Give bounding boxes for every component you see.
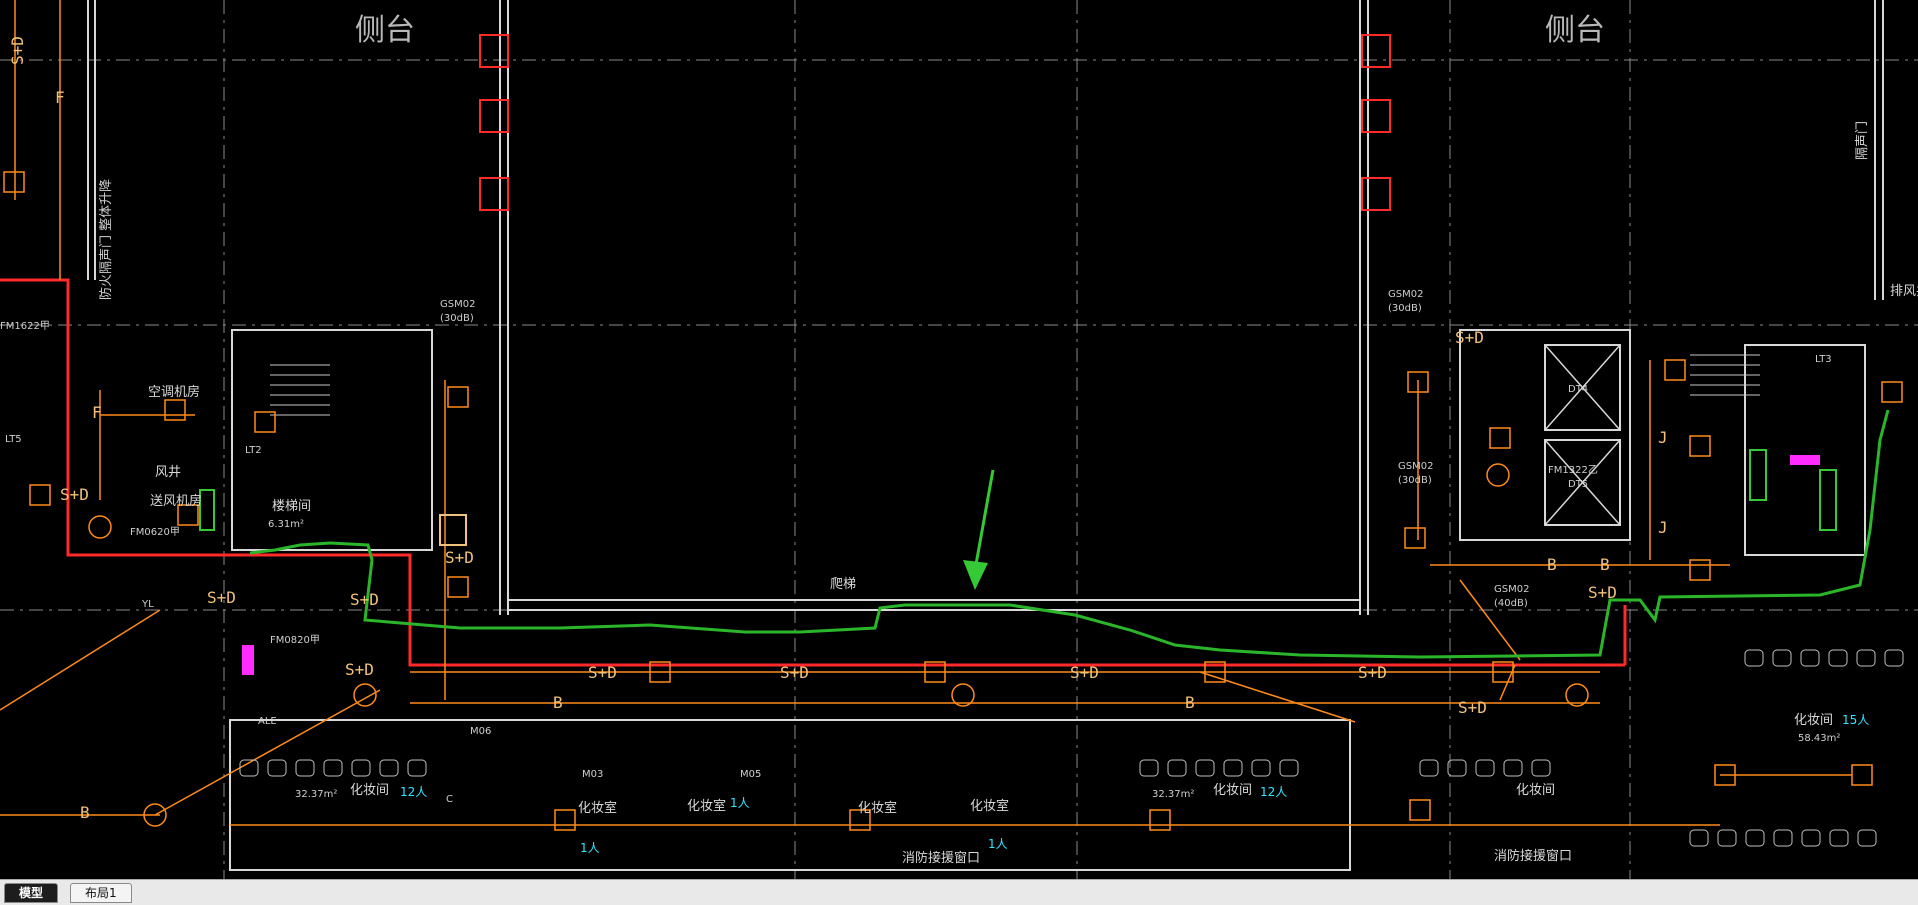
room-label: 化妆间: [1794, 713, 1834, 728]
line-tag: B: [1185, 693, 1195, 712]
fire-compartment-lines: [0, 278, 1627, 667]
area-label: 58.43m²: [1798, 733, 1841, 744]
door-code: FM1322乙: [1548, 465, 1598, 476]
room-label: 化妆室: [578, 801, 618, 816]
equipment-code: C: [446, 794, 453, 805]
elevator-shafts: [1544, 344, 1621, 526]
stair-code: LT5: [5, 434, 22, 445]
room-label: 排风井: [1890, 284, 1918, 299]
line-tag: F: [55, 88, 65, 107]
area-label: 32.37m²: [1152, 789, 1195, 800]
room-label: 楼梯间: [272, 499, 312, 514]
equipment-tag: S+D: [60, 485, 89, 504]
room-label: 隔声门: [1855, 120, 1870, 160]
equipment-tag: S+D: [350, 590, 379, 609]
equipment-tag: S+D: [1455, 328, 1484, 347]
line-tag: B: [553, 693, 563, 712]
occupancy-label: 1人: [580, 841, 600, 855]
equipment-tag: S+D: [588, 663, 617, 682]
equipment-tag: S+D: [345, 660, 374, 679]
equipment-tag: S+D: [207, 588, 236, 607]
highlighted-cable-route: [249, 409, 1890, 659]
cable-runs: [0, 0, 1852, 826]
tab-layout1[interactable]: 布局1: [70, 883, 132, 903]
layout-tab-bar: 模型 布局1: [0, 879, 1918, 905]
equipment-tag: S+D: [1458, 698, 1487, 717]
line-tag: B: [80, 803, 90, 822]
room-label: 化妆室: [858, 801, 898, 816]
equipment-tag: S+D: [1588, 583, 1617, 602]
occupancy-label: 12人: [400, 785, 428, 799]
room-label: 化妆间: [1213, 783, 1253, 798]
door-code: M05: [740, 769, 762, 780]
line-tag: J: [1658, 428, 1668, 447]
line-tag: B: [1600, 555, 1610, 574]
door-code: M03: [582, 769, 604, 780]
equipment-code: ALE: [258, 716, 277, 727]
stage-label: 侧台: [355, 13, 415, 48]
room-label: 化妆室: [970, 799, 1010, 814]
structural-walls: [87, 0, 1884, 871]
stair-code: LT3: [1815, 354, 1832, 365]
gsm-label: GSM02: [1494, 584, 1530, 595]
door-code: FM0620甲: [130, 527, 180, 538]
door-code: FM1622甲: [0, 321, 50, 332]
door-code: FM0820甲: [270, 635, 320, 646]
db-label: (40dB): [1494, 598, 1528, 609]
column-markers: [479, 34, 1391, 211]
equipment-tag: S+D: [780, 663, 809, 682]
door-code: M06: [470, 726, 492, 737]
room-label: 风井: [155, 465, 182, 480]
tab-model[interactable]: 模型: [4, 883, 59, 903]
room-label: 消防接援窗口: [1494, 849, 1573, 864]
line-tag: B: [1547, 555, 1557, 574]
occupancy-label: 1人: [730, 796, 750, 810]
db-label: (30dB): [1388, 303, 1422, 314]
equipment-tag: S+D: [8, 36, 27, 65]
stair-code: LT2: [245, 445, 262, 456]
area-label: 32.37m²: [295, 789, 338, 800]
occupancy-label: 15人: [1842, 713, 1870, 727]
db-label: (30dB): [1398, 475, 1432, 486]
room-label: 送风机房: [150, 494, 203, 509]
db-label: (30dB): [440, 313, 474, 324]
floor-plan-drawing: [0, 0, 1918, 880]
room-label: 化妆间: [350, 783, 390, 798]
room-label: 爬梯: [830, 577, 857, 592]
gsm-label: GSM02: [1388, 289, 1424, 300]
room-label: 空调机房: [148, 385, 201, 400]
stage-label: 侧台: [1545, 13, 1605, 48]
annotation-arrow: [963, 469, 995, 590]
gsm-label: GSM02: [440, 299, 476, 310]
room-label: 化妆室: [687, 799, 727, 814]
room-label: 化妆间: [1516, 783, 1556, 798]
elevator-code: DT5: [1568, 479, 1589, 490]
occupancy-label: 12人: [1260, 785, 1288, 799]
occupancy-label: 1人: [988, 837, 1008, 851]
vertical-text: 防火隔声门 整体升降: [99, 178, 114, 300]
elevator-code: DT4: [1568, 384, 1589, 395]
line-tag: J: [1658, 518, 1668, 537]
cad-model-canvas[interactable]: 侧台 侧台 GSM02 (30dB) GSM02 (30dB) GSM02 (4…: [0, 0, 1918, 880]
line-tag: F: [92, 403, 102, 422]
room-label: 消防接援窗口: [902, 851, 981, 866]
stair-hatch: [270, 354, 1760, 416]
gsm-label: GSM02: [1398, 461, 1434, 472]
equipment-code: YL: [142, 599, 154, 610]
equipment-tag: S+D: [1070, 663, 1099, 682]
area-label: 6.31m²: [268, 519, 305, 530]
equipment-tag: S+D: [445, 548, 474, 567]
equipment-tag: S+D: [1358, 663, 1387, 682]
